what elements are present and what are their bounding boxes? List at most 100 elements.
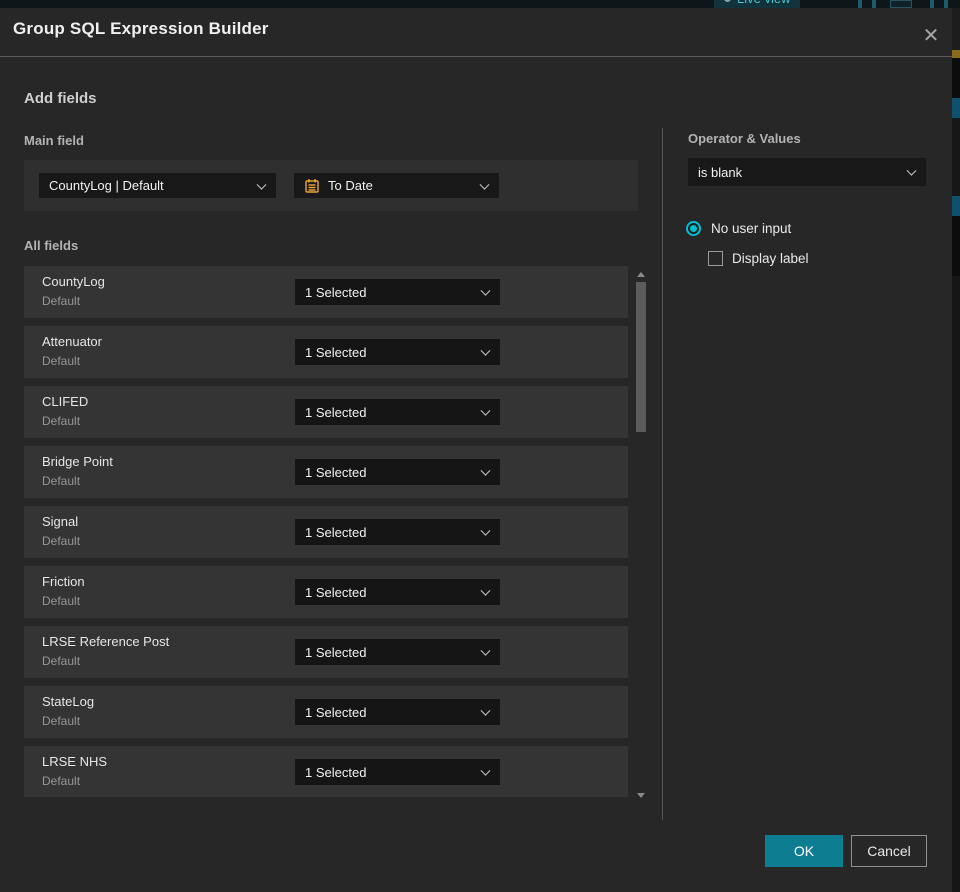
operator-values-heading: Operator & Values: [688, 131, 801, 146]
background-app-right-strip: [952, 0, 960, 892]
background-teal-fragment: [952, 98, 960, 118]
field-values-select-value: 1 Selected: [305, 704, 367, 720]
scroll-up-icon[interactable]: [637, 272, 645, 277]
field-values-select-value: 1 Selected: [305, 404, 367, 420]
main-field-label: Main field: [24, 133, 84, 148]
cancel-button[interactable]: Cancel: [851, 835, 927, 867]
field-values-select-value: 1 Selected: [305, 764, 367, 780]
field-row: Signal Default 1 Selected: [24, 506, 628, 558]
field-values-select-value: 1 Selected: [305, 284, 367, 300]
field-name: LRSE Reference Post: [42, 634, 170, 649]
field-values-select[interactable]: 1 Selected: [295, 399, 500, 425]
toolbar-fragment: [890, 0, 912, 8]
display-label-checkbox[interactable]: Display label: [708, 251, 809, 266]
field-name: CLIFED: [42, 394, 89, 409]
no-user-input-label: No user input: [711, 221, 792, 236]
title-divider: [0, 56, 952, 57]
field-values-select[interactable]: 1 Selected: [295, 639, 500, 665]
group-sql-expression-builder-dialog: Group SQL Expression Builder ✕ Add field…: [0, 8, 952, 892]
chevron-down-icon: [480, 765, 491, 776]
main-field-select-value: CountyLog | Default: [49, 178, 164, 193]
field-row: LRSE Reference Post Default 1 Selected: [24, 626, 628, 678]
field-name: CountyLog: [42, 274, 105, 289]
operator-select[interactable]: is blank: [688, 158, 926, 186]
operator-select-value: is blank: [698, 164, 743, 180]
background-teal-fragment: [952, 196, 960, 216]
chevron-down-icon: [480, 465, 491, 476]
field-name: Signal: [42, 514, 79, 529]
chevron-down-icon: [479, 179, 490, 190]
main-field-type-value: To Date: [328, 178, 373, 193]
main-field-panel: CountyLog | Default To Date: [24, 160, 638, 211]
field-subtitle: Default: [42, 414, 81, 428]
field-subtitle: Default: [42, 354, 81, 368]
panel-divider: [662, 128, 663, 820]
all-fields-list: CountyLog Default 1 Selected Attenuator …: [24, 260, 646, 797]
scroll-down-icon[interactable]: [637, 793, 645, 798]
chevron-down-icon: [480, 645, 491, 656]
chevron-down-icon: [480, 345, 491, 356]
field-subtitle: Default: [42, 534, 81, 548]
field-row: Friction Default 1 Selected: [24, 566, 628, 618]
live-view-button[interactable]: Live view: [714, 0, 801, 8]
field-name: LRSE NHS: [42, 754, 108, 769]
field-values-select[interactable]: 1 Selected: [295, 519, 500, 545]
add-fields-heading: Add fields: [24, 90, 97, 107]
field-name: Attenuator: [42, 334, 102, 349]
field-subtitle: Default: [42, 594, 81, 608]
chevron-down-icon: [480, 585, 491, 596]
field-subtitle: Default: [42, 474, 81, 488]
toolbar-fragment: [872, 0, 876, 8]
field-values-select[interactable]: 1 Selected: [295, 279, 500, 305]
background-accent-dot: [952, 50, 960, 58]
main-field-select[interactable]: CountyLog | Default: [39, 173, 276, 198]
field-values-select[interactable]: 1 Selected: [295, 699, 500, 725]
checkbox-unchecked-icon[interactable]: [708, 251, 723, 266]
field-values-select-value: 1 Selected: [305, 524, 367, 540]
field-row: Attenuator Default 1 Selected: [24, 326, 628, 378]
chevron-down-icon: [480, 525, 491, 536]
chevron-down-icon: [480, 285, 491, 296]
field-values-select[interactable]: 1 Selected: [295, 759, 500, 785]
toolbar-fragment: [944, 0, 948, 8]
main-field-type-select[interactable]: To Date: [294, 173, 499, 198]
field-values-select-value: 1 Selected: [305, 644, 367, 660]
dialog-title: Group SQL Expression Builder: [13, 19, 269, 38]
field-row: CountyLog Default 1 Selected: [24, 266, 628, 318]
chevron-down-icon: [480, 705, 491, 716]
field-values-select[interactable]: 1 Selected: [295, 339, 500, 365]
field-name: Bridge Point: [42, 454, 113, 469]
field-subtitle: Default: [42, 654, 81, 668]
radio-selected-icon[interactable]: [686, 221, 701, 236]
field-values-select[interactable]: 1 Selected: [295, 579, 500, 605]
ok-button[interactable]: OK: [765, 835, 843, 867]
live-view-label: Live view: [737, 0, 790, 6]
all-fields-label: All fields: [24, 238, 79, 253]
field-values-select-value: 1 Selected: [305, 344, 367, 360]
field-values-select[interactable]: 1 Selected: [295, 459, 500, 485]
field-row: StateLog Default 1 Selected: [24, 686, 628, 738]
field-row: Bridge Point Default 1 Selected: [24, 446, 628, 498]
background-app-strip: Live view: [0, 0, 960, 8]
display-label-label: Display label: [732, 251, 809, 266]
close-icon[interactable]: ✕: [916, 20, 946, 50]
scrollbar-thumb[interactable]: [636, 282, 646, 432]
field-row: LRSE NHS Default 1 Selected: [24, 746, 628, 797]
field-name: Friction: [42, 574, 85, 589]
scrollbar[interactable]: [633, 266, 649, 806]
no-user-input-radio[interactable]: No user input: [686, 221, 791, 236]
live-view-dot-icon: [724, 0, 731, 2]
field-subtitle: Default: [42, 774, 81, 788]
calendar-icon: [305, 178, 319, 193]
field-subtitle: Default: [42, 294, 81, 308]
chevron-down-icon: [906, 165, 917, 176]
chevron-down-icon: [480, 405, 491, 416]
toolbar-fragment: [930, 0, 934, 8]
field-row: CLIFED Default 1 Selected: [24, 386, 628, 438]
field-values-select-value: 1 Selected: [305, 464, 367, 480]
field-name: StateLog: [42, 694, 95, 709]
field-values-select-value: 1 Selected: [305, 584, 367, 600]
toolbar-fragment: [858, 0, 862, 8]
field-subtitle: Default: [42, 714, 81, 728]
chevron-down-icon: [256, 179, 267, 190]
